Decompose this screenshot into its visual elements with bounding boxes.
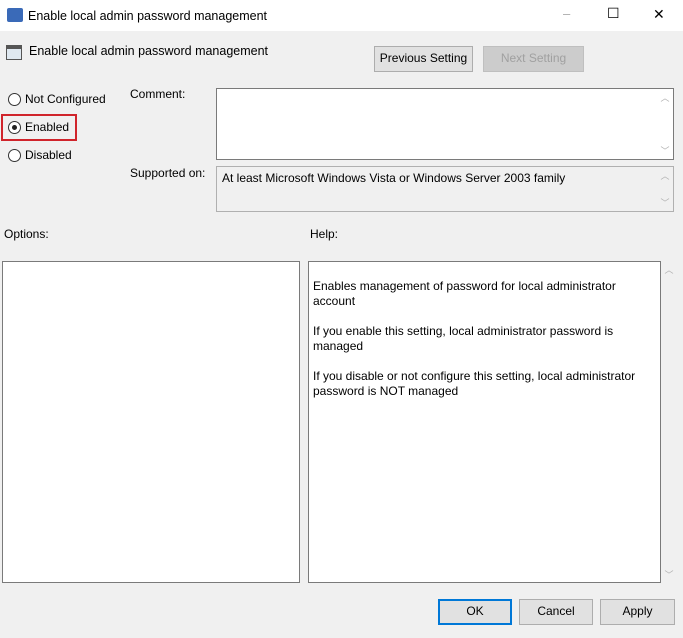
app-icon (7, 8, 23, 22)
radio-label: Not Configured (25, 92, 106, 106)
previous-setting-button[interactable]: Previous Setting (374, 46, 473, 72)
help-paragraph: If you disable or not configure this set… (313, 369, 636, 398)
help-paragraph: If you enable this setting, local admini… (313, 324, 614, 353)
radio-enabled[interactable]: Enabled (8, 120, 69, 134)
radio-circle[interactable] (8, 92, 21, 106)
apply-button[interactable]: Apply (600, 599, 675, 625)
radio-disabled[interactable]: Disabled (8, 148, 72, 162)
close-button[interactable]: ✕ (653, 6, 665, 23)
radio-label: Enabled (25, 120, 70, 134)
policy-icon (6, 45, 22, 60)
supported-label: Supported on: (130, 166, 206, 180)
next-setting-button[interactable]: Next Setting (483, 46, 584, 72)
radio-circle[interactable] (8, 120, 21, 134)
ok-button[interactable]: OK (438, 599, 512, 625)
options-panel (2, 261, 300, 583)
maximize-button[interactable]: ☐ (607, 5, 620, 22)
help-paragraph: Enables management of password for local… (313, 279, 616, 308)
help-panel: Enables management of password for local… (308, 261, 661, 583)
title-bar: Enable local admin password management –… (0, 0, 683, 31)
scrollbar[interactable]: ︿ ﹀ (657, 89, 673, 159)
cancel-button[interactable]: Cancel (519, 599, 593, 625)
radio-not-configured[interactable]: Not Configured (8, 92, 106, 106)
comment-label: Comment: (130, 87, 186, 101)
supported-value: At least Microsoft Windows Vista or Wind… (222, 171, 566, 185)
options-label: Options: (4, 227, 49, 241)
radio-label: Disabled (25, 148, 72, 162)
minimize-button[interactable]: – (563, 6, 570, 21)
help-label: Help: (310, 227, 339, 241)
help-scrollbar[interactable]: ︿ ﹀ (661, 261, 677, 583)
radio-circle[interactable] (8, 148, 21, 162)
window-title: Enable local admin password management (28, 9, 268, 23)
supported-on-field: At least Microsoft Windows Vista or Wind… (216, 166, 674, 212)
setting-name: Enable local admin password management (29, 44, 269, 58)
scrollbar[interactable]: ︿ ﹀ (657, 167, 673, 211)
comment-input[interactable]: ︿ ﹀ (216, 88, 674, 160)
